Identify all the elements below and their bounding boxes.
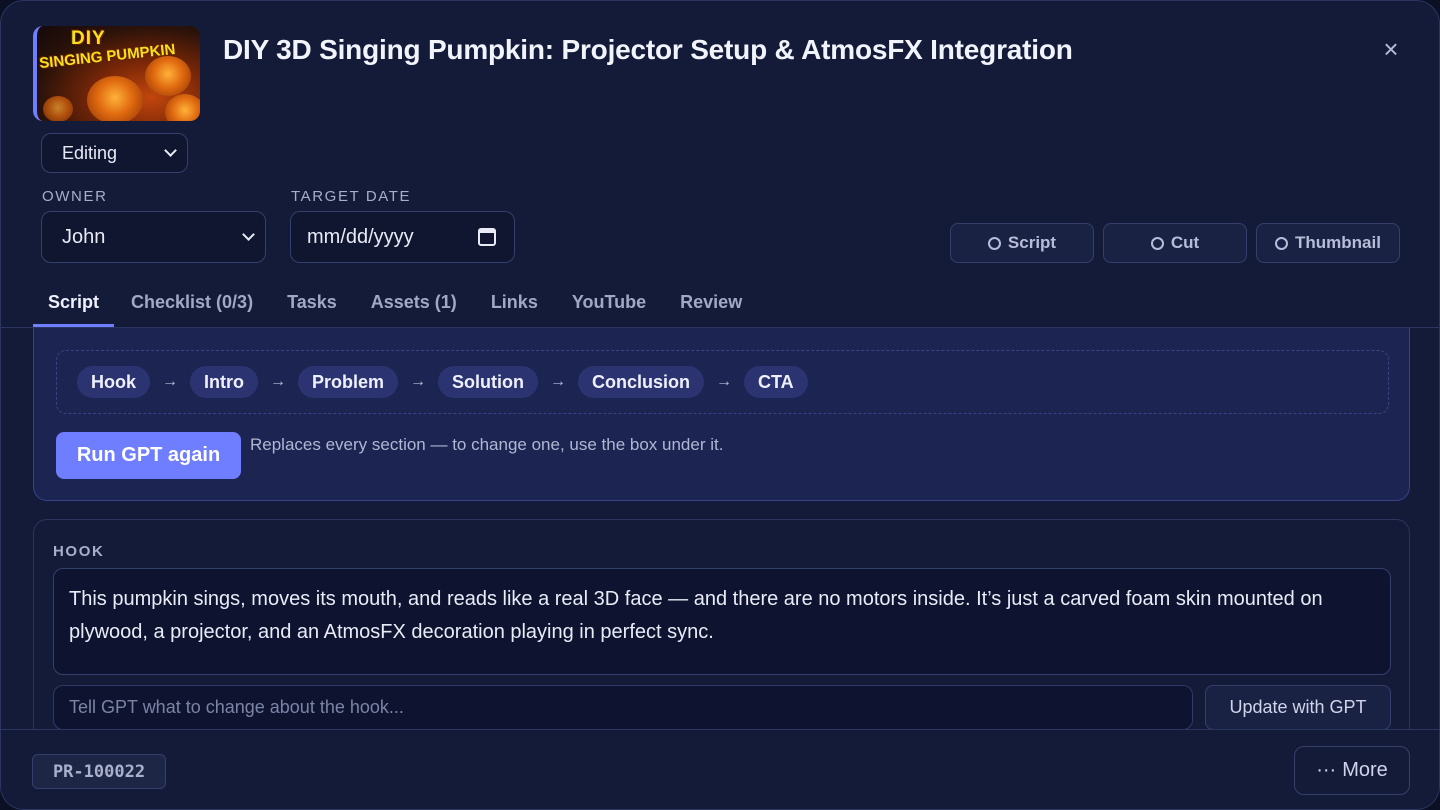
status-select-value: Editing	[62, 142, 118, 163]
target-date-label: TARGET DATE	[291, 188, 412, 205]
hook-gpt-instruction-input[interactable]: Tell GPT what to change about the hook..…	[53, 685, 1193, 729]
project-id-badge: PR-100022	[32, 754, 166, 789]
tab-checklist[interactable]: Checklist (0/3)	[114, 281, 270, 327]
arrow-right-icon: →	[270, 373, 286, 390]
hook-section-card: HOOK This pumpkin sings, moves its mouth…	[33, 519, 1410, 729]
pumpkin-graphic	[145, 56, 191, 96]
tab-script[interactable]: Script	[33, 281, 115, 327]
chevron-down-icon	[242, 228, 255, 241]
section-chip-conclusion[interactable]: Conclusion	[578, 366, 705, 398]
section-chip-solution[interactable]: Solution	[438, 366, 539, 398]
project-thumbnail[interactable]: DIY SINGING PUMPKIN	[33, 26, 200, 121]
tab-links[interactable]: Links	[474, 281, 555, 327]
owner-label: OWNER	[42, 188, 108, 205]
chevron-down-icon	[164, 144, 177, 157]
tab-review[interactable]: Review	[663, 281, 759, 327]
more-button-label: More	[1342, 759, 1388, 781]
stage-toggle-cut[interactable]: Cut	[1103, 223, 1247, 263]
project-modal: DIY SINGING PUMPKIN DIY 3D Singing Pumpk…	[0, 0, 1440, 810]
pumpkin-graphic	[43, 96, 73, 121]
more-icon: ···	[1316, 759, 1337, 781]
tab-assets[interactable]: Assets (1)	[354, 281, 474, 327]
stage-toggle-label: Cut	[1170, 233, 1200, 252]
tab-bar: Script Checklist (0/3) Tasks Assets (1) …	[33, 281, 759, 327]
arrow-right-icon: →	[410, 373, 427, 390]
owner-select-value: John	[62, 225, 106, 248]
section-chip-hook[interactable]: Hook	[77, 366, 150, 398]
section-chip-problem[interactable]: Problem	[298, 366, 399, 398]
tab-tasks[interactable]: Tasks	[270, 281, 354, 327]
update-with-gpt-button[interactable]: Update with GPT	[1205, 685, 1391, 729]
stage-toggle-thumbnail[interactable]: Thumbnail	[1256, 223, 1400, 263]
pumpkin-graphic	[87, 76, 143, 121]
section-chip-intro[interactable]: Intro	[190, 366, 258, 398]
status-select[interactable]: Editing	[41, 133, 188, 173]
pumpkin-graphic	[165, 94, 200, 121]
structure-card: Hook → Intro → Problem → Solution → Conc…	[33, 328, 1410, 501]
arrow-right-icon: →	[550, 373, 567, 390]
stage-toggle-script[interactable]: Script	[950, 223, 1094, 263]
project-title: DIY 3D Singing Pumpkin: Projector Setup …	[223, 34, 1073, 65]
section-flow: Hook → Intro → Problem → Solution → Conc…	[56, 350, 1389, 414]
calendar-icon[interactable]	[478, 228, 496, 246]
circle-icon	[987, 236, 1001, 250]
modal-footer: PR-100022 ··· More	[1, 729, 1439, 809]
section-chip-cta[interactable]: CTA	[744, 366, 808, 398]
close-icon[interactable]: ×	[1377, 34, 1405, 64]
stage-toggle-label: Thumbnail	[1295, 233, 1381, 252]
hook-section-label: HOOK	[53, 543, 105, 560]
stage-toggle-label: Script	[1007, 233, 1057, 252]
arrow-right-icon: →	[716, 373, 733, 390]
owner-select[interactable]: John	[41, 211, 266, 263]
run-gpt-hint: Replaces every section — to change one, …	[250, 435, 724, 454]
circle-icon	[1275, 236, 1289, 250]
target-date-input[interactable]: mm/dd/yyyy	[290, 211, 515, 263]
arrow-right-icon: →	[162, 373, 178, 390]
thumbnail-text-line1: DIY	[71, 28, 106, 49]
more-button[interactable]: ··· More	[1294, 746, 1410, 795]
script-content[interactable]: Hook → Intro → Problem → Solution → Conc…	[1, 328, 1439, 729]
tab-youtube[interactable]: YouTube	[555, 281, 663, 327]
target-date-placeholder: mm/dd/yyyy	[307, 225, 414, 248]
circle-icon	[1150, 236, 1164, 250]
run-gpt-again-button[interactable]: Run GPT again	[56, 432, 241, 479]
hook-textarea[interactable]: This pumpkin sings, moves its mouth, and…	[53, 568, 1391, 675]
